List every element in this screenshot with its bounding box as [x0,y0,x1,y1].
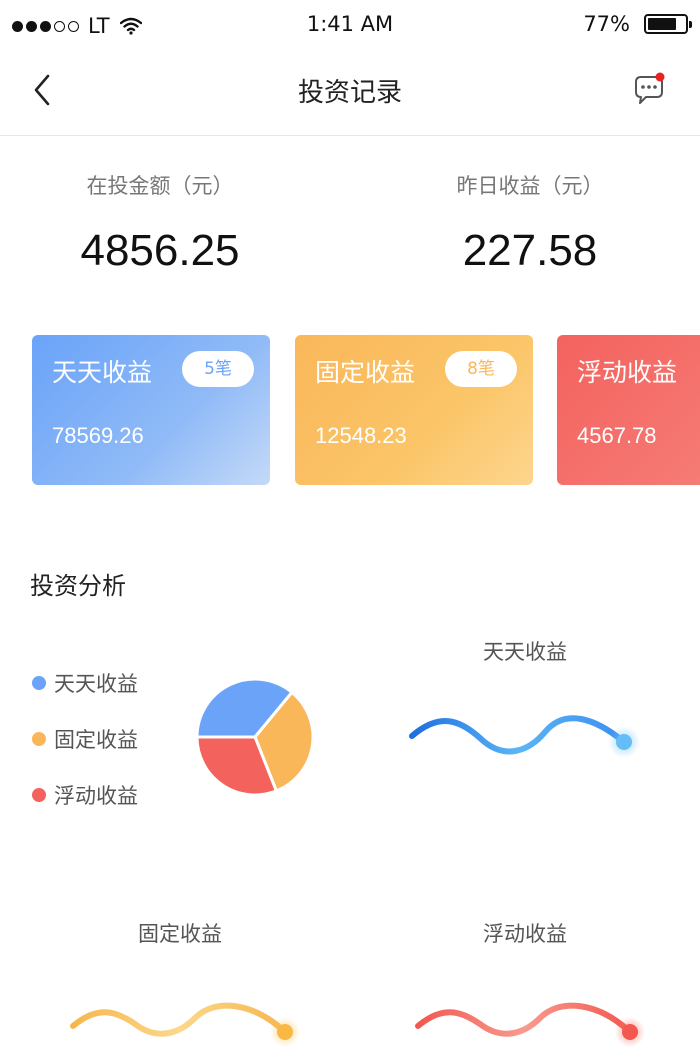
invested-amount: 在投金额（元） 4856.25 [10,170,310,276]
card-title: 固定收益 [315,358,416,387]
legend-dot [32,676,46,690]
trend-end-point [622,1024,638,1040]
card-count-badge: 5笔 [182,351,254,387]
trend-title-floating: 浮动收益 [483,922,567,946]
page-title: 投资记录 [297,78,402,108]
card-floating-earnings[interactable]: 浮动收益 4567.78 [557,335,700,485]
invested-value: 4856.25 [80,226,240,275]
card-value: 4567.78 [577,423,657,448]
notification-badge [655,72,665,82]
card-count-badge: 8笔 [445,351,517,387]
legend-label: 浮动收益 [54,784,138,808]
legend-dot [32,788,46,802]
trend-title-fixed: 固定收益 [138,922,222,946]
card-daily-earnings[interactable]: 天天收益 5笔 78569.26 [32,335,270,485]
trend-line-daily [409,715,640,758]
battery-fill [648,18,676,30]
summary-section: 在投金额（元） 4856.25 昨日收益（元） 227.58 [0,170,700,290]
battery-percent: 77% [583,12,630,36]
status-right: 77% [583,12,692,36]
invested-label: 在投金额（元） [86,174,234,198]
legend-label: 天天收益 [54,672,138,696]
analysis-title: 投资分析 [30,572,126,600]
trend-line [70,1002,288,1037]
status-bar: LT 1:41 AM 77% [0,0,700,52]
analysis-legend: 天天收益 固定收益 浮动收益 [32,655,138,823]
card-title: 天天收益 [52,358,153,387]
card-fixed-earnings[interactable]: 固定收益 8笔 12548.23 [295,335,533,485]
yesterday-earnings: 昨日收益（元） 227.58 [380,170,680,276]
legend-item: 固定收益 [32,711,138,767]
legend-item: 浮动收益 [32,767,138,823]
legend-dot [32,732,46,746]
nav-bar: 投资记录 [0,52,700,136]
earnings-cards: 天天收益 5笔 78569.26 固定收益 8笔 12548.23 浮动收益 4… [0,335,700,487]
yesterday-value: 227.58 [462,226,598,275]
trend-line-fixed [70,1002,300,1047]
battery-icon [644,14,692,34]
earnings-pie-chart [195,677,315,797]
trend-line-floating [415,1002,645,1047]
chat-bubble-icon[interactable] [632,72,666,106]
card-value: 12548.23 [315,423,407,448]
card-title: 浮动收益 [577,358,678,387]
card-value: 78569.26 [52,423,144,448]
yesterday-label: 昨日收益（元） [456,174,604,198]
trend-end-point [277,1024,293,1040]
trend-end-point [616,734,632,750]
legend-label: 固定收益 [54,728,138,752]
trend-title-daily: 天天收益 [483,640,567,664]
trend-line [409,715,627,755]
legend-item: 天天收益 [32,655,138,711]
trend-line [415,1002,633,1037]
